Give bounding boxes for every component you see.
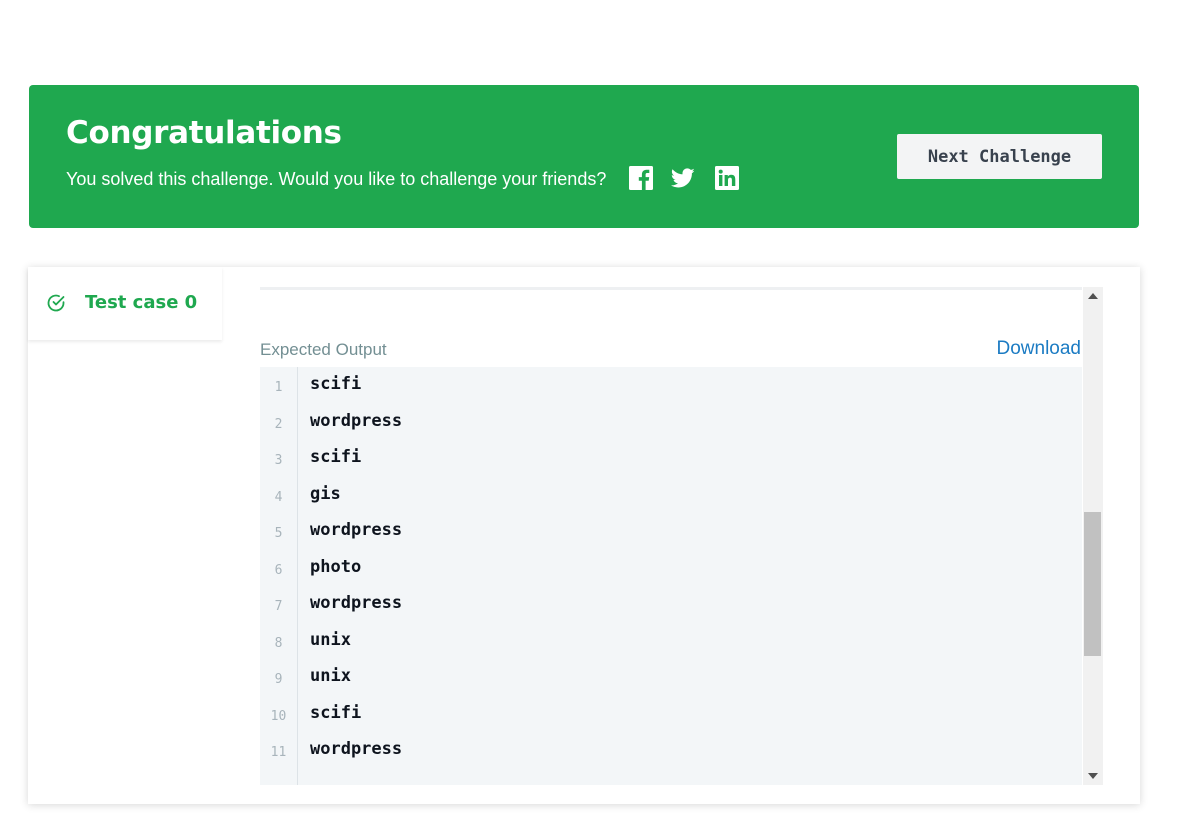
banner-subtitle: You solved this challenge. Would you lik…	[66, 169, 607, 189]
test-case-content: Expected Output Download 1 scifi 2 wordpre…	[260, 287, 1103, 785]
line-text: gis	[310, 483, 341, 504]
divider	[260, 287, 1082, 290]
code-line: 1 scifi	[260, 372, 1082, 408]
line-text: wordpress	[310, 520, 403, 540]
line-text: scifi	[310, 447, 362, 467]
line-number: 4	[274, 489, 283, 505]
line-number: 10	[270, 708, 287, 724]
line-text: unix	[310, 666, 351, 686]
line-number: 2	[274, 416, 283, 432]
expected-output-label: Expected Output	[260, 340, 387, 359]
check-circle-icon	[47, 294, 65, 312]
code-line: 5 wordpress	[260, 518, 1082, 554]
code-line: 3 scifi	[260, 445, 1082, 481]
line-number: 5	[274, 526, 283, 541]
line-number: 1	[274, 380, 283, 395]
code-line: 11 wordpress	[260, 737, 1082, 773]
line-text: wordpress	[310, 739, 403, 759]
code-line: 9 unix	[260, 664, 1082, 700]
scroll-up-icon[interactable]	[1088, 293, 1098, 299]
line-text: scifi	[310, 702, 362, 723]
line-text: photo	[310, 556, 362, 577]
twitter-icon[interactable]	[671, 166, 695, 190]
banner-title: Congratulations	[66, 115, 342, 151]
next-challenge-button[interactable]: Next Challenge	[897, 134, 1102, 179]
code-line: 4 gis	[260, 482, 1082, 518]
scroll-down-icon[interactable]	[1088, 773, 1098, 779]
code-line: 7 wordpress	[260, 591, 1082, 627]
line-number: 7	[274, 599, 283, 614]
line-number: 3	[274, 453, 283, 468]
test-results-panel: Test case 0 Expected Output Download 1 sc…	[28, 267, 1140, 804]
scrollbar-thumb[interactable]	[1084, 512, 1101, 656]
line-number: 6	[274, 562, 283, 578]
code-line: 8 unix	[260, 628, 1082, 664]
line-number: 8	[274, 635, 283, 651]
success-banner: Congratulations You solved this challeng…	[29, 85, 1139, 228]
line-text: unix	[310, 629, 351, 650]
line-number: 11	[270, 745, 287, 760]
expected-output-code: 1 scifi 2 wordpress 3 scifi 4 gis 5 wordpress…	[260, 367, 1082, 785]
facebook-icon[interactable]	[629, 166, 653, 190]
linkedin-icon[interactable]	[715, 166, 739, 190]
line-text: scifi	[310, 374, 362, 394]
tab-test-case-0[interactable]: Test case 0	[28, 267, 222, 340]
vertical-scrollbar[interactable]	[1083, 287, 1103, 785]
line-text: wordpress	[310, 410, 403, 431]
download-link[interactable]: Download	[997, 338, 1082, 360]
line-text: wordpress	[310, 593, 403, 613]
code-line: 2 wordpress	[260, 409, 1082, 445]
code-line: 10 scifi	[260, 701, 1082, 737]
code-line: 6 photo	[260, 555, 1082, 591]
line-number: 9	[274, 672, 283, 687]
tab-label: Test case 0	[85, 292, 198, 313]
